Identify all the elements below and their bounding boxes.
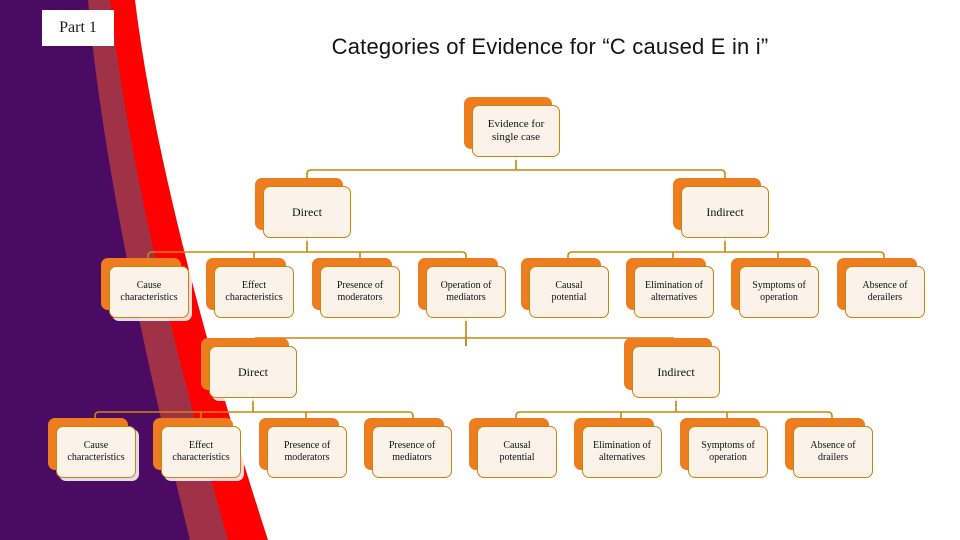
node-face: Operation of mediators	[426, 266, 506, 318]
node-face: Presence of mediators	[372, 426, 452, 478]
node-tier2-direct[interactable]: Direct	[201, 338, 297, 398]
node-label: Operation of mediators	[440, 280, 492, 303]
node-label: Absence of derailers	[862, 280, 908, 303]
node-face: Effect characteristics	[214, 266, 294, 318]
connector-tier2-bus	[252, 337, 677, 346]
node-tier2-leaf-8[interactable]: Absence of drailers	[785, 418, 873, 478]
node-face: Causal potential	[477, 426, 557, 478]
node-label: Direct	[292, 204, 322, 219]
node-face: Cause characteristics	[56, 426, 136, 478]
node-label: Presence of mediators	[388, 440, 436, 463]
node-label: Elimination of alternatives	[644, 280, 704, 303]
node-root[interactable]: Evidence for single case	[464, 97, 560, 157]
node-label: Symptoms of operation	[752, 280, 806, 303]
node-face: Evidence for single case	[472, 105, 560, 157]
node-face: Elimination of alternatives	[634, 266, 714, 318]
node-face: Indirect	[681, 186, 769, 238]
node-face: Effect characteristics	[161, 426, 241, 478]
node-label: Causal potential	[499, 440, 535, 463]
node-tier2-leaf-1[interactable]: Cause characteristics	[48, 418, 136, 478]
node-label: Absence of drailers	[810, 440, 856, 463]
org-chart: Evidence for single case Direct Indirect …	[0, 0, 960, 540]
node-label: Cause characteristics	[67, 440, 125, 463]
node-face: Elimination of alternatives	[582, 426, 662, 478]
node-face: Presence of moderators	[267, 426, 347, 478]
node-tier2-leaf-5[interactable]: Causal potential	[469, 418, 557, 478]
node-tier1-leaf-1[interactable]: Cause characteristics	[101, 258, 189, 318]
node-label: Causal potential	[551, 280, 587, 303]
node-label: Evidence for single case	[487, 118, 545, 143]
node-tier2-leaf-7[interactable]: Symptoms of operation	[680, 418, 768, 478]
node-tier2-leaf-4[interactable]: Presence of mediators	[364, 418, 452, 478]
node-tier1-leaf-7[interactable]: Symptoms of operation	[731, 258, 819, 318]
node-face: Symptoms of operation	[688, 426, 768, 478]
node-label: Presence of moderators	[336, 280, 384, 303]
node-face: Cause characteristics	[109, 266, 189, 318]
node-face: Direct	[209, 346, 297, 398]
node-tier1-leaf-4[interactable]: Operation of mediators	[418, 258, 506, 318]
node-face: Symptoms of operation	[739, 266, 819, 318]
node-tier1-leaf-3[interactable]: Presence of moderators	[312, 258, 400, 318]
node-label: Cause characteristics	[120, 280, 178, 303]
node-label: Symptoms of operation	[701, 440, 755, 463]
node-label: Elimination of alternatives	[592, 440, 652, 463]
node-tier1-indirect[interactable]: Indirect	[673, 178, 769, 238]
node-label: Indirect	[657, 364, 695, 379]
node-face: Causal potential	[529, 266, 609, 318]
node-label: Effect characteristics	[225, 280, 283, 303]
node-label: Indirect	[706, 204, 744, 219]
node-face: Presence of moderators	[320, 266, 400, 318]
node-face: Indirect	[632, 346, 720, 398]
connector-tier1-bus	[306, 169, 726, 186]
node-face: Absence of drailers	[793, 426, 873, 478]
node-tier1-direct[interactable]: Direct	[255, 178, 351, 238]
node-tier1-leaf-8[interactable]: Absence of derailers	[837, 258, 925, 318]
node-tier1-leaf-2[interactable]: Effect characteristics	[206, 258, 294, 318]
slide-canvas: Part 1 Categories of Evidence for “C cau…	[0, 0, 960, 540]
node-tier2-indirect[interactable]: Indirect	[624, 338, 720, 398]
node-face: Absence of derailers	[845, 266, 925, 318]
node-label: Effect characteristics	[172, 440, 230, 463]
node-label: Presence of moderators	[283, 440, 331, 463]
node-face: Direct	[263, 186, 351, 238]
node-tier1-leaf-6[interactable]: Elimination of alternatives	[626, 258, 714, 318]
node-label: Direct	[238, 364, 268, 379]
node-tier2-leaf-2[interactable]: Effect characteristics	[153, 418, 241, 478]
node-tier1-leaf-5[interactable]: Causal potential	[521, 258, 609, 318]
node-tier2-leaf-3[interactable]: Presence of moderators	[259, 418, 347, 478]
node-tier2-leaf-6[interactable]: Elimination of alternatives	[574, 418, 662, 478]
